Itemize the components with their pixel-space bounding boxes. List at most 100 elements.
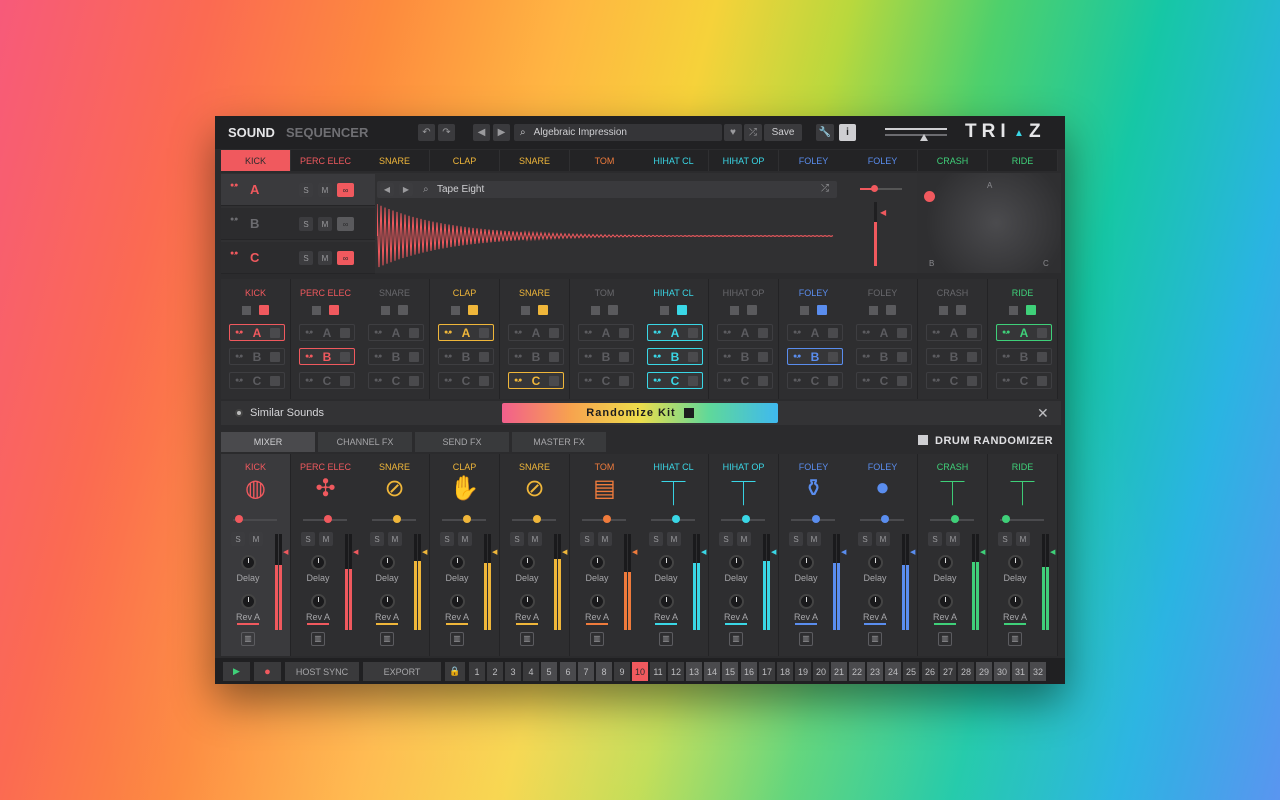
layer-row-c[interactable]: ●.● C S M ∞ bbox=[221, 242, 375, 274]
dice-icon[interactable] bbox=[800, 306, 809, 315]
close-randomizer-button[interactable]: ✕ bbox=[1037, 405, 1049, 422]
fader-pointer-icon[interactable]: ◀ bbox=[841, 548, 846, 556]
fader-pointer-icon[interactable]: ◀ bbox=[353, 548, 358, 556]
piano-keys-icon[interactable]: ▥ bbox=[311, 632, 325, 646]
randomizer-layer-c-toggle[interactable]: ●.● C bbox=[926, 372, 982, 389]
layer-mute-button[interactable]: M bbox=[318, 183, 332, 197]
fader-pointer-icon[interactable]: ◀ bbox=[422, 548, 427, 556]
layer-link-button[interactable]: ∞ bbox=[337, 183, 354, 197]
randomizer-layer-b-toggle[interactable]: ●.● B bbox=[926, 348, 982, 365]
channel-solo-button[interactable]: S bbox=[580, 532, 594, 546]
reverb-knob[interactable] bbox=[520, 594, 535, 609]
randomizer-layer-c-toggle[interactable]: ●.● C bbox=[438, 372, 494, 389]
pan-handle[interactable] bbox=[533, 515, 541, 523]
step-button[interactable]: 8 bbox=[596, 662, 612, 681]
mixer-channel[interactable]: FOLEY ● S M Delay Rev A ▥ ◀ bbox=[848, 454, 918, 656]
randomizer-layer-c-toggle[interactable]: ●.● C bbox=[856, 372, 912, 389]
step-button[interactable]: 23 bbox=[867, 662, 883, 681]
piano-keys-icon[interactable]: ▥ bbox=[868, 632, 882, 646]
mixer-channel[interactable]: CLAP ✋ S M Delay Rev A ▥ ◀ bbox=[430, 454, 500, 656]
randomizer-layer-a-toggle[interactable]: ●.● A bbox=[647, 324, 703, 341]
step-button[interactable]: 20 bbox=[813, 662, 829, 681]
mixer-channel[interactable]: FOLEY ⚱ S M Delay Rev A ▥ ◀ bbox=[779, 454, 849, 656]
favorite-button[interactable]: ♥ bbox=[724, 124, 742, 141]
layer-solo-button[interactable]: S bbox=[299, 251, 313, 265]
layer-mute-button[interactable]: M bbox=[318, 217, 332, 231]
randomizer-layer-c-toggle[interactable]: ●.● C bbox=[647, 372, 703, 389]
fader-pointer-icon[interactable]: ◀ bbox=[562, 548, 567, 556]
steps-lock-button[interactable]: 🔒 bbox=[445, 662, 465, 681]
step-button[interactable]: 28 bbox=[958, 662, 974, 681]
randomizer-layer-b-toggle[interactable]: ●.● B bbox=[508, 348, 564, 365]
channel-solo-button[interactable]: S bbox=[440, 532, 454, 546]
fader-pointer-icon[interactable]: ◀ bbox=[632, 548, 637, 556]
lock-icon[interactable] bbox=[677, 305, 687, 315]
step-button[interactable]: 5 bbox=[541, 662, 557, 681]
step-button[interactable]: 18 bbox=[777, 662, 793, 681]
step-button[interactable]: 26 bbox=[922, 662, 938, 681]
reverb-knob[interactable] bbox=[380, 594, 395, 609]
lock-icon[interactable] bbox=[259, 305, 269, 315]
record-button[interactable]: ● bbox=[254, 662, 281, 681]
step-button[interactable]: 6 bbox=[560, 662, 576, 681]
mixer-channel[interactable]: CRASH ⏉ S M Delay Rev A ▥ ◀ bbox=[918, 454, 988, 656]
mixer-channel[interactable]: SNARE ⊘ S M Delay Rev A ▥ ◀ bbox=[500, 454, 570, 656]
pan-handle[interactable] bbox=[463, 515, 471, 523]
channel-mute-button[interactable]: M bbox=[458, 532, 472, 546]
redo-button[interactable]: ↷ bbox=[438, 124, 455, 141]
step-button[interactable]: 31 bbox=[1012, 662, 1028, 681]
layer-link-button[interactable]: ∞ bbox=[337, 251, 354, 265]
randomizer-layer-c-toggle[interactable]: ●.● C bbox=[508, 372, 564, 389]
delay-knob[interactable] bbox=[868, 555, 883, 570]
pan-handle[interactable] bbox=[742, 515, 750, 523]
fader-pointer-icon[interactable]: ◀ bbox=[980, 548, 985, 556]
dice-icon[interactable] bbox=[1009, 306, 1018, 315]
settings-button[interactable]: 🔧 bbox=[816, 124, 834, 141]
randomizer-layer-a-toggle[interactable]: ●.● A bbox=[717, 324, 773, 341]
mixer-channel[interactable]: KICK ◍ S M Delay Rev A ▥ ◀ bbox=[221, 454, 291, 656]
randomizer-layer-c-toggle[interactable]: ●.● C bbox=[787, 372, 843, 389]
delay-knob[interactable] bbox=[1008, 555, 1023, 570]
mixer-channel[interactable]: SNARE ⊘ S M Delay Rev A ▥ ◀ bbox=[360, 454, 430, 656]
channel-mute-button[interactable]: M bbox=[807, 532, 821, 546]
channel-mute-button[interactable]: M bbox=[667, 532, 681, 546]
channel-solo-button[interactable]: S bbox=[928, 532, 942, 546]
lock-icon[interactable] bbox=[956, 305, 966, 315]
lock-icon[interactable] bbox=[329, 305, 339, 315]
randomizer-layer-a-toggle[interactable]: ●.● A bbox=[438, 324, 494, 341]
dice-icon[interactable] bbox=[312, 306, 321, 315]
channel-mute-button[interactable]: M bbox=[946, 532, 960, 546]
reverb-knob[interactable] bbox=[799, 594, 814, 609]
track-tab[interactable]: HIHAT OP bbox=[709, 150, 779, 171]
fader-pointer-icon[interactable]: ◀ bbox=[701, 548, 706, 556]
xy-pad-cursor[interactable] bbox=[924, 191, 935, 202]
dice-icon[interactable] bbox=[591, 306, 600, 315]
lock-icon[interactable] bbox=[468, 305, 478, 315]
step-button[interactable]: 25 bbox=[903, 662, 919, 681]
step-button[interactable]: 1 bbox=[469, 662, 485, 681]
step-button[interactable]: 4 bbox=[523, 662, 539, 681]
layer-mute-button[interactable]: M bbox=[318, 251, 332, 265]
step-button[interactable]: 9 bbox=[614, 662, 630, 681]
piano-keys-icon[interactable]: ▥ bbox=[799, 632, 813, 646]
info-button[interactable]: i bbox=[839, 124, 856, 141]
randomizer-layer-a-toggle[interactable]: ●.● A bbox=[856, 324, 912, 341]
channel-mute-button[interactable]: M bbox=[737, 532, 751, 546]
track-tab[interactable]: RIDE bbox=[988, 150, 1058, 171]
delay-knob[interactable] bbox=[590, 555, 605, 570]
channel-solo-button[interactable]: S bbox=[231, 532, 245, 546]
channel-mute-button[interactable]: M bbox=[249, 532, 263, 546]
channel-solo-button[interactable]: S bbox=[998, 532, 1012, 546]
sample-name[interactable]: Tape Eight bbox=[437, 184, 484, 195]
title-sound-tab[interactable]: SOUND bbox=[228, 125, 275, 140]
randomizer-layer-c-toggle[interactable]: ●.● C bbox=[229, 372, 285, 389]
step-button[interactable]: 32 bbox=[1030, 662, 1046, 681]
track-tab[interactable]: FOLEY bbox=[779, 150, 849, 171]
dice-icon[interactable] bbox=[242, 306, 251, 315]
fader-pointer-icon[interactable]: ◀ bbox=[910, 548, 915, 556]
channel-solo-button[interactable]: S bbox=[789, 532, 803, 546]
reverb-knob[interactable] bbox=[659, 594, 674, 609]
randomizer-layer-b-toggle[interactable]: ●.● B bbox=[578, 348, 634, 365]
dice-icon[interactable] bbox=[869, 306, 878, 315]
reverb-knob[interactable] bbox=[450, 594, 465, 609]
